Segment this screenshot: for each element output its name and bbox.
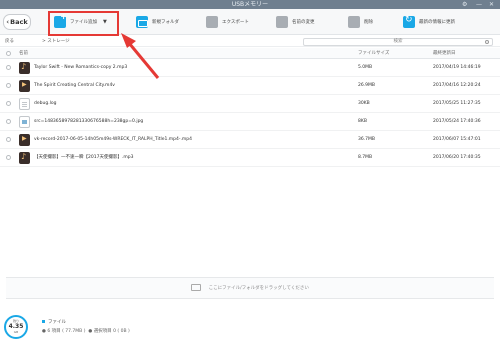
arrow-shaft: [127, 42, 160, 79]
arrow-head: [121, 33, 136, 48]
annotation-arrow: [121, 33, 160, 79]
